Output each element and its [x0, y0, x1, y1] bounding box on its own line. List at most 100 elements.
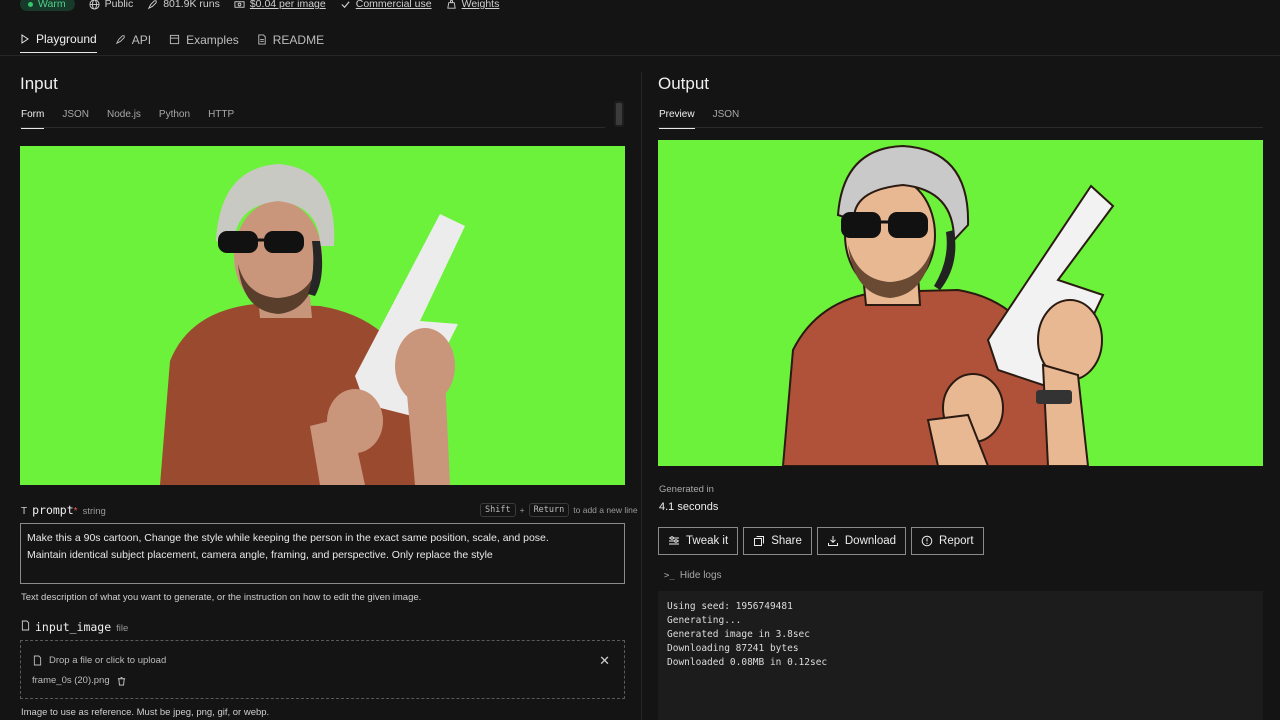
rocket-icon [115, 35, 125, 45]
subtab-python[interactable]: Python [159, 109, 190, 129]
generated-time: 4.1 seconds [659, 501, 719, 513]
drop-prompt: Drop a file or click to upload [33, 655, 166, 666]
log-line: Generating... [667, 615, 742, 626]
tab-examples-label: Examples [186, 32, 239, 47]
input-image-description: Image to use as reference. Must be jpeg,… [21, 707, 270, 718]
report-label: Report [939, 535, 974, 547]
alert-icon [921, 535, 933, 547]
file-icon [33, 655, 42, 666]
input-subtabs-divider [20, 127, 605, 128]
examples-icon [169, 34, 180, 45]
license-label[interactable]: Commercial use [356, 0, 432, 10]
person-photo-illustration [160, 164, 465, 485]
status-label: Warm [38, 0, 66, 10]
file-icon [21, 620, 30, 631]
plus-sign: + [519, 505, 525, 515]
weight-icon [446, 0, 456, 9]
copy-icon [754, 536, 765, 546]
subtab-json[interactable]: JSON [62, 109, 89, 129]
uploaded-filename: frame_0s (20).png [32, 675, 110, 686]
share-button[interactable]: Share [743, 527, 812, 555]
subtab-nodejs[interactable]: Node.js [107, 109, 141, 129]
tabs-divider [0, 55, 1280, 56]
prompt-type: string [82, 506, 106, 517]
play-icon [21, 34, 29, 44]
shift-key: Shift [480, 503, 516, 517]
visibility-label: Public [104, 0, 134, 10]
tweak-button[interactable]: Tweak it [658, 527, 739, 555]
hide-logs-label: Hide logs [679, 570, 722, 581]
log-line: Using seed: 1956749481 [667, 601, 793, 612]
money-icon [234, 0, 245, 8]
prompt-line-2: Maintain identical subject placement, ca… [27, 549, 493, 561]
share-label: Share [771, 535, 802, 547]
tab-readme[interactable]: README [257, 26, 324, 53]
sliders-icon [669, 536, 679, 545]
output-subtabs: Preview JSON [659, 109, 739, 129]
terminal-icon: >_ [664, 570, 675, 581]
rocket-icon [148, 0, 157, 9]
output-heading: Output [658, 74, 710, 93]
status-badge: Warm [20, 0, 75, 11]
input-image-type: file [116, 623, 129, 634]
input-image-name: input_image [35, 620, 112, 634]
subtab-output-json[interactable]: JSON [713, 109, 740, 129]
file-dropzone[interactable]: Drop a file or click to upload frame_0s … [20, 640, 625, 699]
subtab-http[interactable]: HTTP [208, 109, 234, 129]
tab-readme-label: README [272, 32, 325, 47]
weights-label[interactable]: Weights [462, 0, 500, 10]
license-link[interactable]: Commercial use [340, 0, 432, 10]
log-line: Downloaded 0.08MB in 0.12sec [667, 657, 828, 668]
column-divider [641, 72, 642, 720]
newline-hint: Shift + Return to add a new line [480, 503, 638, 517]
pricing-link[interactable]: $0.04 per image [234, 0, 326, 10]
tab-api[interactable]: API [115, 26, 151, 53]
price-link[interactable]: $0.04 per image [250, 0, 326, 10]
tab-playground-label: Playground [36, 32, 97, 46]
prompt-description: Text description of what you want to gen… [21, 592, 422, 603]
tab-api-label: API [131, 32, 152, 47]
download-label: Download [844, 535, 897, 547]
log-line: Downloading 87241 bytes [667, 643, 799, 654]
run-count: 801.9K runs [147, 0, 220, 10]
status-dot-icon [28, 1, 33, 7]
prompt-textarea[interactable]: Make this a 90s cartoon, Change the styl… [20, 523, 625, 584]
visibility: Public [89, 0, 134, 10]
download-button[interactable]: Download [816, 527, 907, 555]
hint-text: to add a new line [573, 505, 638, 515]
report-button[interactable]: Report [911, 527, 984, 555]
cartoon-illustration [781, 144, 1115, 466]
subtab-form[interactable]: Form [21, 109, 45, 129]
tab-examples[interactable]: Examples [169, 26, 239, 53]
output-actions: Tweak it Share Download Report [658, 527, 984, 555]
input-heading: Input [20, 74, 58, 93]
scrollbar-thumb[interactable] [614, 101, 624, 127]
close-icon[interactable]: ✕ [599, 653, 610, 669]
tweak-label: Tweak it [686, 535, 729, 547]
prompt-name: prompt [32, 503, 74, 517]
subtab-preview[interactable]: Preview [659, 109, 695, 129]
input-subtabs: Form JSON Node.js Python HTTP [21, 109, 234, 129]
prompt-line-1: Make this a 90s cartoon, Change the styl… [27, 532, 549, 544]
text-type-icon: T [21, 506, 28, 517]
uploaded-file: frame_0s (20).png [32, 675, 126, 686]
log-output: Using seed: 1956749481 Generating... Gener… [658, 591, 1263, 720]
output-subtabs-divider [658, 127, 1263, 128]
model-meta-bar: Warm Public 801.9K runs $0.04 per image … [20, 0, 499, 11]
output-image-preview[interactable] [658, 140, 1263, 466]
drop-text: Drop a file or click to upload [49, 655, 167, 666]
weights-link[interactable]: Weights [446, 0, 500, 10]
runs-label: 801.9K runs [163, 0, 220, 10]
log-line: Generated image in 3.8sec [667, 629, 810, 640]
return-key: Return [528, 503, 570, 517]
required-mark: * [73, 506, 78, 517]
download-icon [827, 536, 838, 546]
input-image-preview [20, 146, 625, 485]
hide-logs-toggle[interactable]: >_ Hide logs [664, 570, 722, 581]
prompt-label: T prompt * string [21, 503, 106, 517]
tab-playground[interactable]: Playground [20, 26, 97, 53]
globe-icon [89, 0, 100, 10]
input-image-label: input_image file [21, 620, 128, 634]
generated-label: Generated in [659, 484, 714, 495]
trash-icon[interactable] [117, 676, 126, 686]
